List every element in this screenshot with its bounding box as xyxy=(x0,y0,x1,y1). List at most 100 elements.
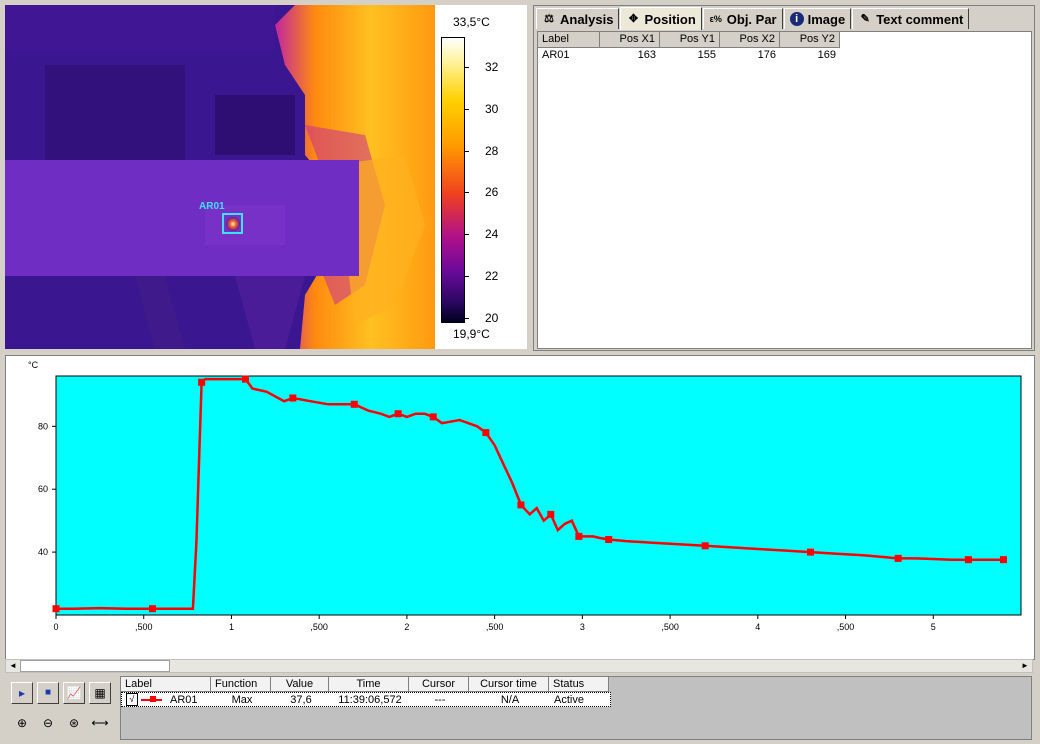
series-legend-table[interactable]: Label Function Value Time Cursor Cursor … xyxy=(120,676,1032,740)
pan-horizontal-button[interactable]: ⟷ xyxy=(89,712,111,734)
series-point[interactable] xyxy=(701,542,709,550)
series-point[interactable] xyxy=(52,605,60,613)
x-tick-label: ,500 xyxy=(135,622,153,632)
x-tick-label: 5 xyxy=(931,622,936,632)
column-header-pos-y2[interactable]: Pos Y2 xyxy=(780,32,840,48)
cell-pos-x2: 176 xyxy=(757,49,776,61)
cell-pos-y1: 155 xyxy=(697,49,716,61)
zoom-fit-icon: ⊛ xyxy=(68,716,80,730)
position-list[interactable]: Label Pos X1 Pos Y1 Pos X2 Pos Y2 AR01 1… xyxy=(537,31,1032,349)
stop-button[interactable]: ■ xyxy=(37,682,59,704)
scale-tick-label: 32 xyxy=(485,60,499,74)
column-header-time[interactable]: Time xyxy=(329,677,409,692)
series-point[interactable] xyxy=(394,410,402,418)
series-point[interactable] xyxy=(149,605,156,613)
column-header-pos-x2[interactable]: Pos X2 xyxy=(720,32,780,48)
tab-analysis[interactable]: ⚖ Analysis xyxy=(536,8,620,29)
temperature-chart[interactable]: °C 40 60 80 0 ,500 1 ,500 2 ,500 3 ,500 4 ,500 5 xyxy=(6,356,1034,659)
y-tick-label: 40 xyxy=(38,547,48,557)
column-header-label[interactable]: Label xyxy=(538,32,600,48)
tab-object-parameters[interactable]: ε% Obj. Par xyxy=(702,8,783,29)
zoom-out-button[interactable]: ⊖ xyxy=(37,712,59,734)
object-parameters-icon: ε% xyxy=(709,14,722,24)
zoom-in-button[interactable]: ⊕ xyxy=(11,712,33,734)
thermal-image[interactable]: AR01 xyxy=(5,5,435,349)
column-header-label[interactable]: Label xyxy=(121,677,211,692)
cell-cursor-time: N/A xyxy=(500,694,520,706)
series-point[interactable] xyxy=(964,556,972,564)
series-point[interactable] xyxy=(429,413,437,421)
scale-tick xyxy=(464,192,469,193)
temperature-chart-panel: °C 40 60 80 0 ,500 1 ,500 2 ,500 3 ,500 4 ,500 5 xyxy=(5,355,1035,660)
series-point[interactable] xyxy=(350,400,358,408)
cell-label: AR01 xyxy=(542,49,570,61)
tab-label: Position xyxy=(644,11,696,27)
column-header-function[interactable]: Function xyxy=(211,677,271,692)
scale-tick-label: 30 xyxy=(485,102,499,116)
text-comment-icon: ✎ xyxy=(860,13,870,25)
series-point[interactable] xyxy=(605,536,613,544)
series-point[interactable] xyxy=(575,532,583,540)
column-header-pos-y1[interactable]: Pos Y1 xyxy=(660,32,720,48)
tab-text-comment[interactable]: ✎ Text comment xyxy=(852,8,970,29)
tab-image[interactable]: i Image xyxy=(783,8,852,29)
x-tick-label: 3 xyxy=(580,622,585,632)
chart-horizontal-scrollbar[interactable]: ◄ ► xyxy=(5,659,1033,673)
series-visible-checkbox[interactable]: √ xyxy=(126,693,138,706)
zoom-in-icon: ⊕ xyxy=(16,716,28,730)
x-tick-label: 4 xyxy=(755,622,760,632)
series-point[interactable] xyxy=(999,556,1007,564)
series-point[interactable] xyxy=(547,510,555,518)
color-scale-panel: 33,5°C 32 30 28 26 24 22 20 19,9°C xyxy=(435,5,527,349)
y-axis-unit-label: °C xyxy=(28,360,39,370)
scrollbar-thumb[interactable] xyxy=(20,660,170,672)
scale-tick xyxy=(464,109,469,110)
position-list-header: Label Pos X1 Pos Y1 Pos X2 Pos Y2 xyxy=(538,32,1031,48)
chart-settings-button[interactable]: 📈 xyxy=(63,682,85,704)
series-line-swatch-icon xyxy=(140,695,162,702)
y-tick-label: 60 xyxy=(38,484,48,494)
cell-pos-y2: 169 xyxy=(817,49,836,61)
series-point[interactable] xyxy=(198,378,206,386)
info-panel: ⚖ Analysis ✥ Position ε% Obj. Par i Imag… xyxy=(533,5,1035,351)
cell-function: Max xyxy=(231,694,253,706)
series-point[interactable] xyxy=(806,548,814,556)
cell-status: Active xyxy=(554,694,584,706)
horizontal-arrows-icon: ⟷ xyxy=(91,716,109,730)
table-row[interactable]: AR01 163 155 176 169 xyxy=(538,48,1031,62)
column-header-status[interactable]: Status xyxy=(549,677,609,692)
column-header-value[interactable]: Value xyxy=(271,677,329,692)
series-point[interactable] xyxy=(894,554,902,562)
zoom-fit-button[interactable]: ⊛ xyxy=(63,712,85,734)
table-row[interactable]: √ AR01 Max 37,6 11:39:06,572 --- N/A Act… xyxy=(121,692,611,707)
properties-icon: ▦ xyxy=(94,686,106,700)
series-point[interactable] xyxy=(241,375,249,383)
column-header-pos-x1[interactable]: Pos X1 xyxy=(600,32,660,48)
cell-time: 11:39:06,572 xyxy=(338,694,402,706)
series-point[interactable] xyxy=(482,429,490,437)
x-tick-label: ,500 xyxy=(661,622,679,632)
scale-tick xyxy=(464,234,469,235)
scroll-left-arrow-icon[interactable]: ◄ xyxy=(6,660,20,672)
scale-tick xyxy=(464,276,469,277)
column-header-cursor-time[interactable]: Cursor time xyxy=(469,677,549,692)
tab-bar: ⚖ Analysis ✥ Position ε% Obj. Par i Imag… xyxy=(536,7,970,30)
chart-toolbar: ▸ ■ 📈 ▦ ⊕ ⊖ ⊛ ⟷ xyxy=(5,676,117,740)
series-point[interactable] xyxy=(289,394,297,402)
tab-position[interactable]: ✥ Position xyxy=(620,7,702,30)
tab-label: Text comment xyxy=(876,11,964,27)
x-tick-label: 1 xyxy=(229,622,234,632)
x-tick-label: 0 xyxy=(53,622,58,632)
zoom-out-icon: ⊖ xyxy=(42,716,54,730)
play-button[interactable]: ▸ xyxy=(11,682,33,704)
chart-properties-button[interactable]: ▦ xyxy=(89,682,111,704)
position-icon: ✥ xyxy=(628,13,639,25)
series-point[interactable] xyxy=(517,501,525,509)
cell-label: AR01 xyxy=(170,694,198,706)
chart-settings-icon: 📈 xyxy=(66,686,82,700)
y-tick-label: 80 xyxy=(38,421,48,431)
x-tick-label: ,500 xyxy=(837,622,855,632)
scroll-right-arrow-icon[interactable]: ► xyxy=(1018,660,1032,672)
roi-label: AR01 xyxy=(199,201,225,212)
column-header-cursor[interactable]: Cursor xyxy=(409,677,469,692)
